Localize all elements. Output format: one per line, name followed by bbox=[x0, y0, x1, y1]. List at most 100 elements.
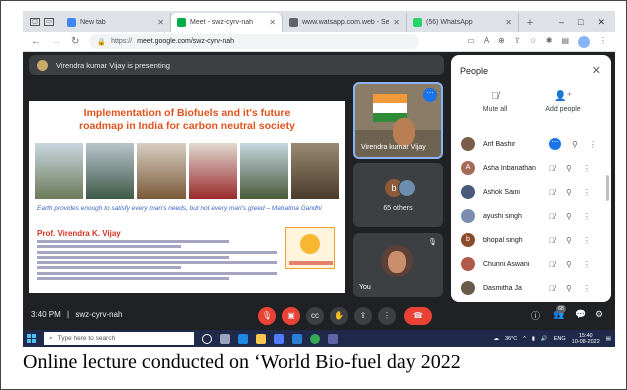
more-options-icon[interactable]: ⋮ bbox=[583, 284, 591, 293]
extensions-icon[interactable]: ✱ bbox=[546, 36, 553, 48]
camera-toggle-button[interactable]: ▣ bbox=[282, 307, 300, 325]
tab-search-controls[interactable]: ▢ ▭ bbox=[23, 11, 61, 32]
present-button[interactable]: ⇪ bbox=[354, 307, 372, 325]
participant-row[interactable]: Ashok Saini 🎙̸ ⚲ ⋮ bbox=[451, 181, 603, 203]
clock[interactable]: 15:40 10-08-2022 bbox=[572, 333, 600, 345]
tab-whatsapp[interactable]: (56) WhatsApp ✕ bbox=[407, 13, 519, 32]
url-input[interactable]: 🔒 https:// meet.google.com/swz-cyrv-nah bbox=[89, 34, 420, 49]
participant-row[interactable]: Chunni Aswani 🎙̸ ⚲ ⋮ bbox=[451, 253, 603, 275]
slide-title-line-1: Implementation of Biofuels and it's futu… bbox=[83, 107, 291, 119]
windows-start-icon[interactable] bbox=[27, 334, 36, 343]
notifications-icon[interactable]: ▤ bbox=[606, 336, 611, 342]
profile-avatar[interactable] bbox=[578, 35, 590, 48]
forward-icon[interactable]: → bbox=[51, 36, 61, 47]
info-icon[interactable]: ⓘ bbox=[531, 309, 540, 322]
pin-icon[interactable]: ⚲ bbox=[572, 140, 578, 149]
pin-icon[interactable]: ⚲ bbox=[566, 284, 572, 293]
others-tile[interactable]: b 65 others bbox=[353, 163, 443, 227]
taskbar-search-input[interactable]: ⌕ Type here to search bbox=[44, 332, 194, 345]
participant-row[interactable]: ayushi singh 🎙̸ ⚲ ⋮ bbox=[451, 205, 603, 227]
pin-icon[interactable]: ⚲ bbox=[566, 164, 572, 173]
mic-off-icon[interactable]: 🎙̸ bbox=[549, 260, 555, 269]
close-tab-icon[interactable]: ✕ bbox=[157, 18, 164, 27]
new-tab-button[interactable]: + bbox=[523, 17, 537, 29]
more-options-icon[interactable]: ⋮ bbox=[583, 164, 591, 173]
tab-search[interactable]: www.watsapp.com.web - Search ✕ bbox=[283, 13, 407, 32]
cast-icon[interactable]: ▭ bbox=[467, 36, 475, 48]
teams-icon[interactable] bbox=[328, 333, 338, 344]
tab-strip: ▢ ▭ New tab ✕ Meet - swz-cyrv-nah ✕ www.w… bbox=[23, 11, 615, 32]
language-indicator[interactable]: ENG bbox=[554, 336, 566, 342]
chrome-taskbar-icon[interactable] bbox=[310, 333, 320, 344]
more-options-icon[interactable]: ⋮ bbox=[583, 260, 591, 269]
back-icon[interactable]: ← bbox=[31, 36, 41, 47]
more-options-icon[interactable]: ⋮ bbox=[589, 140, 597, 149]
tab-new-tab[interactable]: New tab ✕ bbox=[61, 13, 171, 32]
tab-meet[interactable]: Meet - swz-cyrv-nah ✕ bbox=[171, 13, 283, 32]
more-options-icon[interactable]: ⋯ bbox=[423, 88, 437, 102]
raise-hand-button[interactable]: ✋ bbox=[330, 307, 348, 325]
speaking-indicator-icon[interactable]: ⋯ bbox=[549, 138, 561, 150]
store-icon[interactable] bbox=[274, 333, 284, 344]
cortana-icon[interactable] bbox=[202, 333, 212, 344]
pin-icon[interactable]: ⚲ bbox=[566, 236, 572, 245]
activities-icon[interactable]: ⚙ bbox=[595, 309, 603, 320]
close-tab-icon[interactable]: ✕ bbox=[505, 18, 512, 27]
participant-row[interactable]: Dasmitha Ja 🎙̸ ⚲ ⋮ bbox=[451, 277, 603, 299]
mute-all-button[interactable]: 🎙̸ Mute all bbox=[465, 91, 525, 113]
close-tab-icon[interactable]: ✕ bbox=[393, 18, 400, 27]
mic-off-icon[interactable]: 🎙̸ bbox=[549, 236, 555, 245]
mic-off-icon[interactable]: 🎙̸ bbox=[549, 188, 555, 197]
task-view-icon[interactable] bbox=[220, 333, 230, 344]
volume-icon[interactable]: 🔊 bbox=[541, 336, 548, 342]
file-explorer-icon[interactable] bbox=[256, 333, 266, 344]
menu-icon[interactable]: ⋮ bbox=[599, 36, 607, 48]
bookmark-star-icon[interactable]: ☆ bbox=[530, 36, 537, 48]
close-tab-icon[interactable]: ✕ bbox=[269, 18, 276, 27]
end-call-button[interactable]: ☎ bbox=[404, 307, 432, 325]
url-scheme: https:// bbox=[111, 38, 133, 45]
network-icon[interactable]: ▮ bbox=[532, 336, 535, 342]
edge-icon[interactable] bbox=[238, 333, 248, 344]
mic-off-icon[interactable]: 🎙̸ bbox=[549, 284, 555, 293]
more-options-icon[interactable]: ⋮ bbox=[583, 236, 591, 245]
mail-icon[interactable] bbox=[292, 333, 302, 344]
captions-button[interactable]: cc bbox=[306, 307, 324, 325]
participant-row[interactable]: A Asha Inbanathan 🎙̸ ⚲ ⋮ bbox=[451, 157, 603, 179]
add-person-icon: 👤⁺ bbox=[554, 91, 572, 102]
window-controls: – □ ✕ bbox=[549, 17, 615, 32]
mic-toggle-button[interactable]: 🎙 bbox=[258, 307, 276, 325]
reload-icon[interactable]: ↻ bbox=[71, 36, 79, 47]
screenshot: ▢ ▭ New tab ✕ Meet - swz-cyrv-nah ✕ www.w… bbox=[23, 11, 615, 347]
close-window-button[interactable]: ✕ bbox=[597, 17, 605, 28]
tab-actions-icon[interactable]: ▢ bbox=[30, 17, 40, 26]
share-icon[interactable]: ⇪ bbox=[514, 36, 521, 48]
chat-icon[interactable]: 💬 bbox=[575, 309, 586, 320]
pin-icon[interactable]: ⚲ bbox=[566, 260, 572, 269]
pin-icon[interactable]: ⚲ bbox=[566, 188, 572, 197]
collections-icon[interactable]: ▤ bbox=[561, 36, 569, 48]
scrollbar[interactable] bbox=[606, 175, 609, 201]
translate-icon[interactable]: A bbox=[484, 36, 489, 48]
more-options-icon[interactable]: ⋮ bbox=[583, 188, 591, 197]
tab-list-icon[interactable]: ▭ bbox=[44, 17, 54, 26]
more-options-button[interactable]: ⋮ bbox=[378, 307, 396, 325]
speaker-tile[interactable]: ⋯ Virendra kumar Vijay bbox=[353, 82, 443, 159]
participant-avatar bbox=[461, 281, 475, 295]
minimize-button[interactable]: – bbox=[559, 17, 564, 28]
add-people-button[interactable]: 👤⁺ Add people bbox=[533, 91, 593, 113]
mic-off-icon[interactable]: 🎙̸ bbox=[549, 212, 555, 221]
meeting-code: swz-cyrv-nah bbox=[75, 310, 123, 319]
more-options-icon[interactable]: ⋮ bbox=[583, 212, 591, 221]
participant-row[interactable]: b bhopal singh 🎙̸ ⚲ ⋮ bbox=[451, 229, 603, 251]
mute-all-label: Mute all bbox=[482, 106, 508, 113]
tractor-photo bbox=[239, 143, 288, 199]
participant-row[interactable]: Arif Bashir ⋯ ⚲ ⋮ bbox=[451, 133, 603, 155]
tray-arrow-icon[interactable]: ^ bbox=[523, 336, 526, 342]
pin-icon[interactable]: ⚲ bbox=[566, 212, 572, 221]
maximize-button[interactable]: □ bbox=[578, 17, 583, 28]
mic-off-icon[interactable]: 🎙̸ bbox=[549, 164, 555, 173]
close-icon[interactable]: ✕ bbox=[592, 64, 601, 77]
zoom-icon[interactable]: ⊕ bbox=[498, 36, 505, 48]
self-tile[interactable]: 🎙 You bbox=[353, 233, 443, 297]
